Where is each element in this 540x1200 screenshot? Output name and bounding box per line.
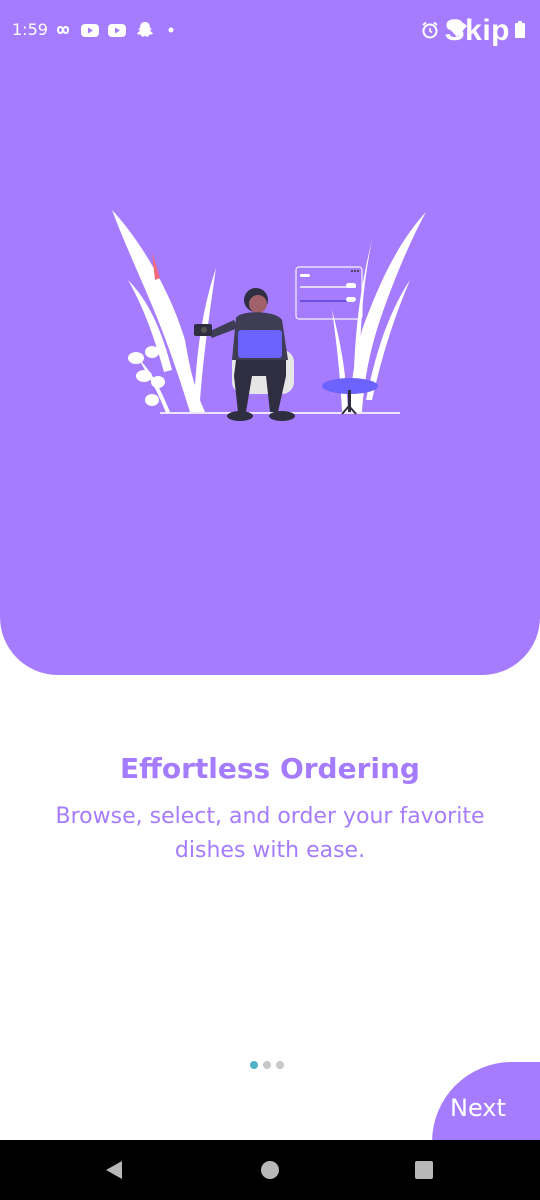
page-indicator [250, 1061, 290, 1071]
infinity-icon [56, 26, 70, 34]
slide-title: Effortless Ordering [120, 752, 420, 785]
snapchat-icon [137, 22, 153, 37]
next-button-label: Next [450, 1094, 506, 1122]
slide-subtitle: Browse, select, and order your favorite … [55, 804, 485, 863]
status-time: 1:59 [12, 20, 48, 39]
back-icon[interactable] [102, 1158, 126, 1182]
page-dot [263, 1061, 271, 1069]
onboarding-illustration [112, 210, 426, 421]
recents-icon[interactable] [412, 1158, 436, 1182]
page-dot [276, 1061, 284, 1069]
dot-icon [168, 27, 174, 33]
youtube-icon [81, 24, 99, 37]
system-nav-bar [0, 1140, 540, 1200]
alarm-icon [422, 21, 438, 39]
home-icon[interactable] [258, 1158, 282, 1182]
status-bar: 1:59 Skip [0, 0, 540, 60]
hero-panel: 1:59 Skip [0, 0, 540, 675]
battery-icon [515, 21, 525, 38]
onboarding-screen: 1:59 Skip Effortless Ordering Browse, se… [0, 0, 540, 1200]
page-dot-active [250, 1061, 258, 1069]
skip-button[interactable]: Skip [445, 14, 510, 48]
youtube-icon [108, 24, 126, 37]
